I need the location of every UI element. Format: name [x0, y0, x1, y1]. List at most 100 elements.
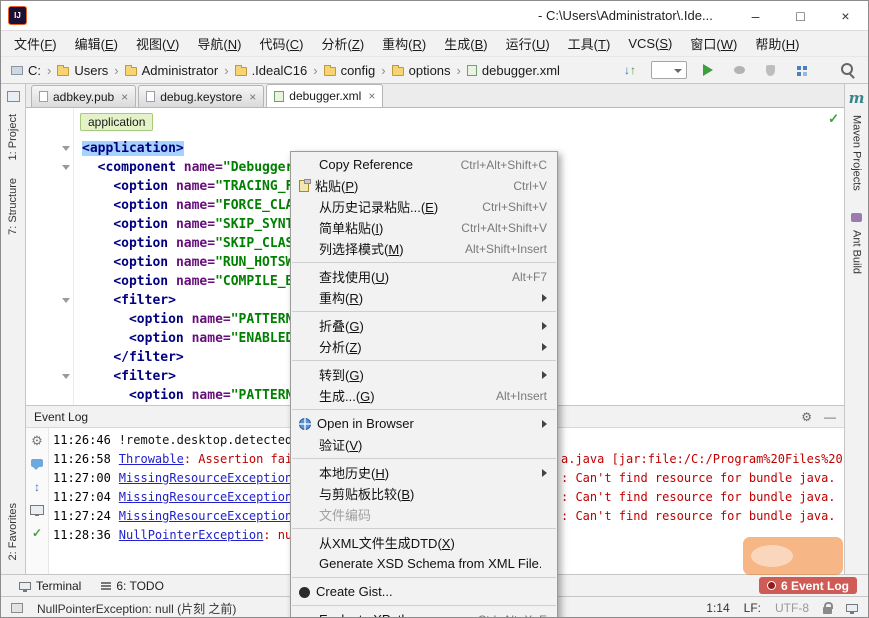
toolwindow-toggle-icon[interactable]: [11, 603, 23, 613]
xml-breadcrumb-chip[interactable]: application: [80, 113, 153, 131]
exception-link[interactable]: MissingResourceException: [119, 509, 292, 523]
exception-link[interactable]: MissingResourceException: [119, 471, 292, 485]
breadcrumb-item[interactable]: C:: [11, 63, 41, 78]
run-icon[interactable]: [698, 60, 718, 80]
expand-icon[interactable]: ↕: [29, 479, 45, 495]
gear-icon[interactable]: ⚙: [801, 410, 812, 424]
file-encoding[interactable]: UTF-8: [775, 601, 809, 615]
menu-item-label: 重构(R): [319, 288, 536, 307]
context-menu-item[interactable]: Open in Browser: [291, 413, 557, 434]
breadcrumb-item[interactable]: Users: [57, 63, 108, 78]
breadcrumb-item[interactable]: options: [392, 63, 451, 78]
context-menu-item[interactable]: 折叠(G): [291, 315, 557, 336]
run-config-icon[interactable]: [651, 61, 687, 79]
tab-debug-keystore[interactable]: debug.keystore×: [138, 85, 264, 107]
tab-close-icon[interactable]: ×: [368, 89, 375, 103]
breadcrumb-item[interactable]: .IdealC16: [235, 63, 308, 78]
menubar-item[interactable]: 编辑(E): [66, 34, 127, 53]
context-menu-item[interactable]: 查找使用(U)Alt+F7: [291, 266, 557, 287]
context-menu-item[interactable]: 生成...(G)Alt+Insert: [291, 385, 557, 406]
toolwindow-button-structure[interactable]: 7: Structure: [7, 178, 19, 235]
context-menu-item[interactable]: 粘贴(P)Ctrl+V: [291, 175, 557, 196]
context-menu-item[interactable]: Evaluate XPath...Ctrl+Alt+X, E: [291, 609, 557, 618]
toolwindow-button-favorites[interactable]: 2: Favorites: [7, 503, 19, 560]
vcs-update-icon[interactable]: [620, 60, 640, 80]
toolwindow-button-project[interactable]: 1: Project: [7, 114, 19, 160]
fold-toggle-icon[interactable]: [62, 298, 70, 303]
tab-close-icon[interactable]: ×: [249, 90, 256, 104]
left-toolwindow-stripe: 1: Project 7: Structure 2: Favorites: [1, 84, 26, 574]
menubar-item[interactable]: VCS(S): [619, 36, 681, 51]
toolwindow-button-terminal[interactable]: Terminal: [9, 579, 91, 593]
menubar-item[interactable]: 文件(F): [5, 34, 66, 53]
line-separator[interactable]: LF:: [744, 601, 761, 615]
hide-panel-icon[interactable]: —: [824, 410, 836, 424]
event-log-badge[interactable]: 6 Event Log: [759, 577, 857, 594]
fold-toggle-icon[interactable]: [62, 165, 70, 170]
caret-position[interactable]: 1:14: [706, 601, 729, 615]
menubar-item[interactable]: 生成(B): [435, 34, 496, 53]
context-menu-item[interactable]: 转到(G): [291, 364, 557, 385]
context-menu-item[interactable]: 本地历史(H): [291, 462, 557, 483]
code-segment: <option: [113, 179, 176, 194]
balloon-icon[interactable]: [29, 456, 45, 472]
fold-toggle-icon[interactable]: [62, 374, 70, 379]
exception-link[interactable]: NullPointerException: [119, 528, 264, 542]
tab-close-icon[interactable]: ×: [121, 90, 128, 104]
menubar-item[interactable]: 窗口(W): [681, 34, 746, 53]
search-icon[interactable]: [838, 60, 858, 80]
toolwindow-button-ant[interactable]: Ant Build: [851, 230, 863, 274]
breadcrumb-item[interactable]: config: [324, 63, 376, 78]
status-message[interactable]: NullPointerException: null (片刻 之前): [37, 600, 236, 617]
coverage-icon[interactable]: [760, 60, 780, 80]
close-button[interactable]: ×: [823, 1, 868, 30]
toolwindow-button-todo[interactable]: 6: TODO: [91, 579, 174, 593]
fold-toggle-icon[interactable]: [62, 146, 70, 151]
menubar-item[interactable]: 代码(C): [250, 34, 312, 53]
context-menu-item[interactable]: 列选择模式(M)Alt+Shift+Insert: [291, 238, 557, 259]
context-menu-item[interactable]: 从XML文件生成DTD(X): [291, 532, 557, 553]
context-menu-item[interactable]: Generate XSD Schema from XML File...: [291, 553, 557, 574]
monitor-icon[interactable]: [29, 502, 45, 518]
read-icon[interactable]: ✓: [29, 525, 45, 541]
tab-debugger-xml[interactable]: debugger.xml×: [266, 84, 383, 107]
debug-icon[interactable]: [729, 60, 749, 80]
code-segment: [82, 198, 113, 213]
breadcrumb-item[interactable]: Administrator: [125, 63, 219, 78]
breadcrumb-item[interactable]: debugger.xml: [467, 63, 560, 78]
menubar-item[interactable]: 重构(R): [373, 34, 435, 53]
context-menu-item[interactable]: Create Gist...: [291, 581, 557, 602]
toolwindow-button-maven[interactable]: Maven Projects: [851, 115, 863, 191]
exception-link[interactable]: Throwable: [119, 452, 184, 466]
settings-icon[interactable]: ⚙: [29, 433, 45, 449]
exception-link[interactable]: MissingResourceException: [119, 490, 292, 504]
code-segment: name=: [176, 236, 215, 251]
menubar-item[interactable]: 工具(T): [559, 34, 620, 53]
code-segment: <option: [113, 198, 176, 213]
context-menu-item[interactable]: Copy ReferenceCtrl+Alt+Shift+C: [291, 154, 557, 175]
menubar-item[interactable]: 帮助(H): [746, 34, 808, 53]
maximize-button[interactable]: □: [778, 1, 823, 30]
lock-icon[interactable]: [823, 607, 832, 614]
code-segment: name=: [176, 274, 215, 289]
context-menu-item[interactable]: 从历史记录粘贴...(E)Ctrl+Shift+V: [291, 196, 557, 217]
menubar-item[interactable]: 导航(N): [188, 34, 250, 53]
tab-adbkey-pub[interactable]: adbkey.pub ×: [31, 85, 136, 107]
minimize-button[interactable]: –: [733, 1, 778, 30]
context-menu-item[interactable]: 验证(V): [291, 434, 557, 455]
event-text-continued: : Can't find resource for bundle java.: [561, 469, 836, 488]
inspection-ok-icon[interactable]: ✓: [828, 111, 839, 127]
menubar-item[interactable]: 分析(Z): [313, 34, 374, 53]
menubar-item[interactable]: 视图(V): [127, 34, 188, 53]
code-segment: [82, 179, 113, 194]
context-menu-item[interactable]: 重构(R): [291, 287, 557, 308]
hector-icon[interactable]: [846, 604, 858, 612]
menubar-item[interactable]: 运行(U): [497, 34, 559, 53]
menu-icon-slot: [297, 557, 313, 571]
context-menu-item[interactable]: 简单粘贴(I)Ctrl+Alt+Shift+V: [291, 217, 557, 238]
context-menu-item[interactable]: 分析(Z): [291, 336, 557, 357]
tab-label: adbkey.pub: [53, 90, 114, 104]
menu-separator: [292, 605, 556, 606]
context-menu-item[interactable]: 与剪贴板比较(B): [291, 483, 557, 504]
layout-grid-icon[interactable]: [791, 60, 811, 80]
